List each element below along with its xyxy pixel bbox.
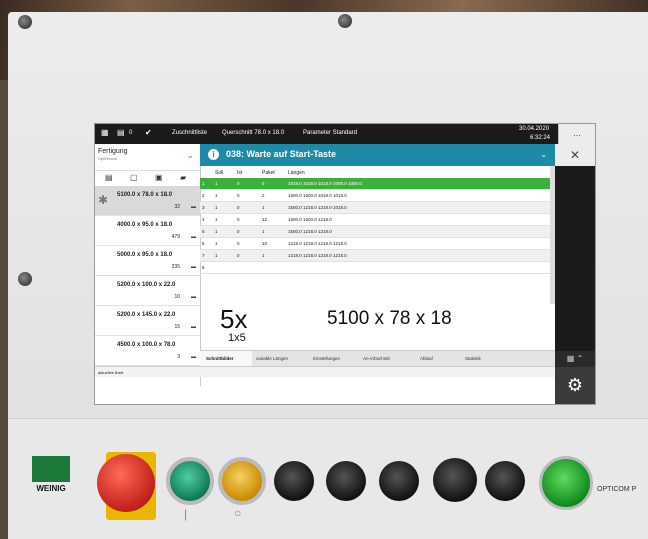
- current-dimensions: 5100 x 78 x 18: [327, 308, 452, 329]
- multiplier-sub: 1x5: [228, 332, 246, 344]
- tab-an-abschnitt[interactable]: An-/Abschnitt: [363, 356, 390, 361]
- boards-icon: ▬: [191, 204, 196, 210]
- tab-schnittbilder[interactable]: Schnittbilder: [206, 356, 234, 361]
- boards-icon: ▬: [191, 294, 196, 300]
- screw: [338, 14, 352, 28]
- sidebar-title[interactable]: Fertigung: [98, 148, 128, 155]
- job-dimensions: 5200.0 x 145.0 x 22.0: [117, 312, 176, 318]
- table-row[interactable]: 7 1 0 1 1218.0 1218.0 1218.0 1218.0: [200, 250, 550, 262]
- status-bar: aktuelles Brett: [95, 366, 555, 377]
- boards-icon: ▬: [191, 324, 196, 330]
- table-row[interactable]: 5 1 0 1 1500.0 1218.0 1218.0: [200, 226, 550, 238]
- close-button[interactable]: ✕: [555, 144, 595, 166]
- column-header: Paket: [262, 170, 275, 176]
- status-title: 038: Warte auf Start-Taste: [226, 149, 337, 159]
- job-count: 32: [174, 204, 180, 210]
- document-icon[interactable]: ▤: [105, 173, 113, 182]
- top-status-bar: ▦ ▤ 0 ✔ Zuschnittliste Querschnitt 78.0 …: [95, 124, 595, 144]
- black-button[interactable]: [274, 461, 314, 501]
- multiplier: 5x: [220, 304, 248, 334]
- info-icon: i: [208, 149, 219, 160]
- screw: [18, 15, 32, 29]
- column-header: Längen: [288, 170, 305, 176]
- sidebar-subtitle: OptiResult: [98, 156, 117, 161]
- model-label: OPTICOM P: [597, 486, 637, 493]
- production-sidebar: Fertigung OptiResult ⌄ ▤ ▢ ▣ ▰ ✱ 5100.0 …: [95, 144, 201, 386]
- status-text: aktuelles Brett: [98, 370, 124, 375]
- table-row[interactable]: 4 1 0 12 1500.0 1500.0 1218.0: [200, 214, 550, 226]
- hmi-screen: ▦ ▤ 0 ✔ Zuschnittliste Querschnitt 78.0 …: [95, 124, 595, 404]
- green-button[interactable]: [166, 457, 214, 505]
- black-button[interactable]: [485, 461, 525, 501]
- job-list: ✱ 5100.0 x 78.0 x 18.0 32 ▬ 4000.0 x 95.…: [95, 186, 200, 366]
- job-dimensions: 5000.0 x 95.0 x 18.0: [117, 252, 173, 258]
- tab-statistik[interactable]: Statistik: [465, 356, 481, 361]
- sidebar-toolbar: ▤ ▢ ▣ ▰: [95, 170, 200, 185]
- job-dimensions: 4500.0 x 100.0 x 78.0: [117, 342, 176, 348]
- lengths-table: Soll Ist Paket Längen 1 1 0 5 1018.0 1018.0 …: [200, 166, 555, 304]
- machine-icon[interactable]: ▦: [101, 128, 109, 137]
- table-row[interactable]: 2 1 0 2 1500.0 1500.0 1018.0 1018.0: [200, 190, 550, 202]
- table-row[interactable]: 3 1 0 1 1500.0 1218.0 1218.0 1018.0: [200, 202, 550, 214]
- job-dimensions: 5100.0 x 78.0 x 18.0: [117, 192, 173, 198]
- usb-port[interactable]: [433, 458, 477, 502]
- date: 30.04.2020: [519, 126, 550, 132]
- boards-icon: ▬: [191, 354, 196, 360]
- check-icon[interactable]: ✔: [145, 128, 152, 137]
- weinig-logo: WEINIG: [32, 456, 70, 494]
- save-icon[interactable]: ▣: [155, 173, 163, 182]
- column-header: Ist: [237, 170, 243, 176]
- emergency-stop-button[interactable]: [97, 454, 155, 512]
- job-count: 3: [177, 354, 180, 360]
- screw: [18, 272, 32, 286]
- tab-bar: Schnittbilder variable Längen Einstellun…: [200, 350, 555, 369]
- list-item[interactable]: 5200.0 x 145.0 x 22.0 15 ▬: [95, 306, 200, 336]
- job-count: 235: [171, 264, 180, 270]
- brand-name: WEINIG: [36, 484, 66, 493]
- more-menu-button[interactable]: ...: [558, 124, 595, 144]
- machine-button[interactable]: ▦ ⌃: [555, 351, 595, 367]
- settings-gear-icon[interactable]: ⚙: [555, 367, 595, 404]
- list-item[interactable]: ✱ 5100.0 x 78.0 x 18.0 32 ▬: [95, 186, 200, 216]
- tab-variable-laengen[interactable]: variable Längen: [256, 356, 288, 361]
- job-count: 10: [174, 294, 180, 300]
- table-row[interactable]: 1 1 0 5 1018.0 1018.0 1018.0 1000.0 1000.0: [200, 178, 550, 190]
- tab-einstellungen[interactable]: Einstellungen: [313, 356, 340, 361]
- right-side-panel: [555, 166, 595, 351]
- black-button[interactable]: [326, 461, 366, 501]
- list-item[interactable]: 4500.0 x 100.0 x 78.0 3 ▬: [95, 336, 200, 366]
- folder-icon[interactable]: ▰: [180, 173, 186, 182]
- black-button[interactable]: [379, 461, 419, 501]
- topbar-item-querschnitt[interactable]: Querschnitt 78.0 x 18.0: [222, 130, 284, 136]
- table-row[interactable]: 8: [200, 262, 550, 274]
- topbar-item-parameter[interactable]: Parameter Standard: [303, 130, 357, 136]
- zero-icon: ○: [234, 506, 242, 520]
- chevron-down-icon[interactable]: ⌄: [186, 150, 194, 161]
- column-header: Soll: [215, 170, 224, 176]
- status-header: i 038: Warte auf Start-Taste ⌄: [200, 144, 555, 166]
- table-header: Soll Ist Paket Längen: [200, 166, 555, 178]
- boards-icon: ▬: [191, 264, 196, 270]
- counter: 0: [129, 130, 133, 136]
- tab-ablauf[interactable]: Ablauf: [420, 356, 433, 361]
- start-button[interactable]: [539, 456, 593, 510]
- chevron-down-icon[interactable]: ⌄: [540, 150, 547, 159]
- list-item[interactable]: 5200.0 x 100.0 x 22.0 10 ▬: [95, 276, 200, 306]
- job-count: 15: [174, 324, 180, 330]
- job-dimensions: 5200.0 x 100.0 x 22.0: [117, 282, 176, 288]
- time: 6:32:24: [530, 135, 551, 141]
- boards-icon[interactable]: ▤: [117, 128, 125, 137]
- boards-icon: ▬: [191, 234, 196, 240]
- new-document-icon[interactable]: ▢: [130, 173, 138, 182]
- yellow-button[interactable]: [218, 457, 266, 505]
- job-count: 479: [171, 234, 180, 240]
- list-item[interactable]: 4000.0 x 95.0 x 18.0 479 ▬: [95, 216, 200, 246]
- one-icon: |: [184, 507, 188, 521]
- job-dimensions: 4000.0 x 95.0 x 18.0: [117, 222, 173, 228]
- list-item[interactable]: 5000.0 x 95.0 x 18.0 235 ▬: [95, 246, 200, 276]
- table-row[interactable]: 6 1 0 10 1218.0 1218.0 1218.0 1218.0: [200, 238, 550, 250]
- topbar-item-zuschnittliste[interactable]: Zuschnittliste: [172, 130, 207, 136]
- active-job-icon: ✱: [98, 193, 109, 207]
